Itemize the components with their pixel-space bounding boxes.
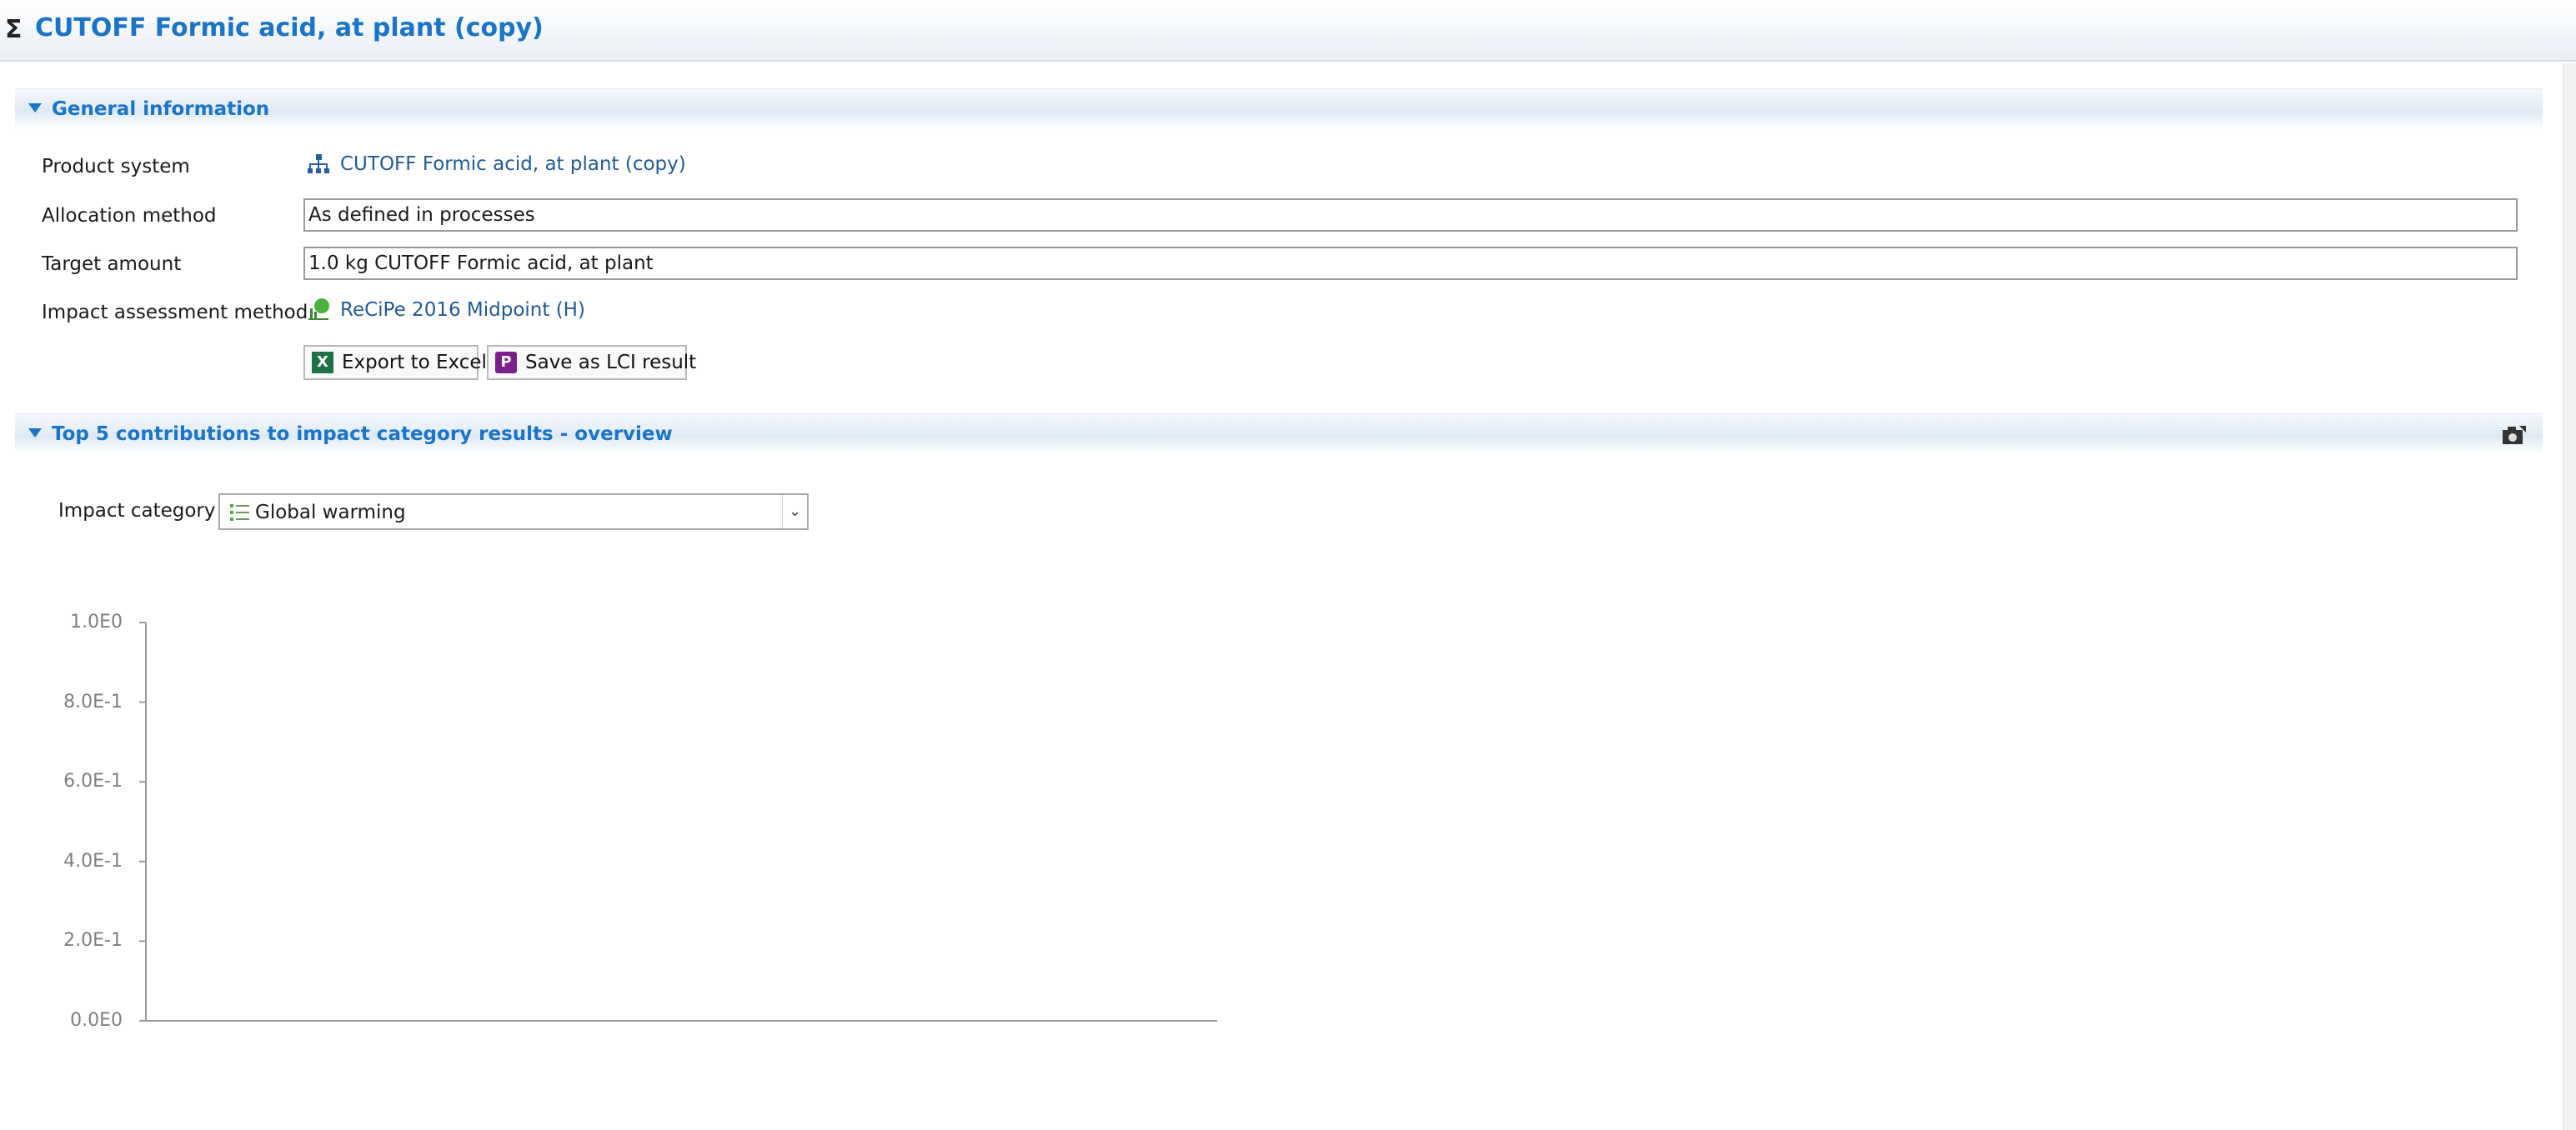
- editor-title-bar: Σ CUTOFF Formic acid, at plant (copy): [0, 0, 2576, 62]
- impact-method-label: Impact assessment method: [42, 302, 308, 323]
- chevron-down-icon[interactable]: [28, 428, 42, 438]
- impact-method-icon: [307, 297, 332, 322]
- excel-icon: X: [312, 352, 333, 373]
- allocation-method-label: Allocation method: [42, 205, 217, 227]
- chevron-down-icon[interactable]: ⌄: [782, 495, 807, 528]
- top-contributions-header[interactable]: Top 5 contributions to impact category r…: [15, 413, 2543, 455]
- chart-axes: [139, 622, 1217, 1022]
- top-contributions-title: Top 5 contributions to impact category r…: [52, 423, 673, 445]
- lci-result-icon: P: [495, 352, 517, 373]
- export-to-excel-button[interactable]: X Export to Excel: [303, 345, 487, 380]
- general-information-title: General information: [52, 98, 270, 120]
- vertical-scrollbar[interactable]: [2563, 63, 2576, 1130]
- chevron-down-icon[interactable]: [28, 103, 42, 112]
- target-amount-field[interactable]: 1.0 kg CUTOFF Formic acid, at plant: [303, 247, 2518, 280]
- save-as-lci-result-button[interactable]: P Save as LCI result: [487, 345, 696, 380]
- y-tick-label: 1.0E0: [70, 612, 123, 632]
- y-tick-label: 6.0E-1: [63, 771, 123, 792]
- allocation-method-field[interactable]: As defined in processes: [303, 198, 2518, 232]
- y-tick-label: 4.0E-1: [63, 850, 123, 872]
- editor-title: CUTOFF Formic acid, at plant (copy): [35, 13, 544, 42]
- product-system-icon: [307, 153, 330, 177]
- impact-method-link[interactable]: ReCiPe 2016 Midpoint (H): [340, 299, 585, 321]
- save-as-lci-result-label: Save as LCI result: [525, 352, 697, 373]
- general-information-header[interactable]: General information: [15, 88, 2543, 130]
- y-tick-label: 2.0E-1: [63, 930, 123, 952]
- impact-category-dropdown[interactable]: Global warming ⌄: [218, 493, 809, 530]
- impact-category-value: Global warming: [255, 502, 406, 523]
- y-tick-label: 0.0E0: [70, 1010, 123, 1031]
- list-icon: [230, 503, 250, 522]
- product-system-label: Product system: [42, 156, 190, 178]
- image-export-icon[interactable]: [2501, 424, 2528, 446]
- product-system-link[interactable]: CUTOFF Formic acid, at plant (copy): [340, 153, 686, 175]
- y-tick-label: 8.0E-1: [63, 691, 123, 712]
- target-amount-label: Target amount: [42, 253, 182, 275]
- sigma-icon: Σ: [5, 15, 23, 44]
- export-to-excel-label: Export to Excel: [342, 352, 487, 373]
- contribution-chart: 0.0E0 2.0E-1 4.0E-1 6.0E-1 8.0E-1 1.0E0: [0, 583, 1250, 1050]
- impact-category-label: Impact category: [58, 500, 216, 522]
